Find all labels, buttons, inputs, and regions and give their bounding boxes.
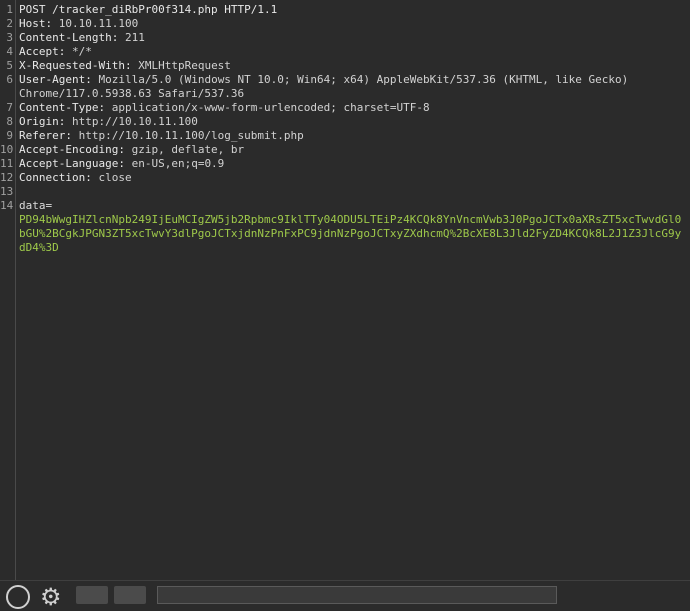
- help-icon[interactable]: [6, 585, 30, 609]
- next-button[interactable]: [114, 586, 146, 604]
- header-value: Mozilla/5.0 (Windows NT 10.0; Win64; x64…: [91, 73, 629, 86]
- header-continuation-row: Chrome/117.0.5938.63 Safari/537.36: [19, 87, 687, 101]
- header-name: Content-Type:: [19, 101, 106, 114]
- header-row: 2 Host: 10.10.11.100: [6, 17, 687, 31]
- header-name: Origin:: [19, 115, 66, 128]
- body-param-name: data=: [19, 199, 53, 212]
- line-number-gutter: [0, 0, 16, 580]
- line-number: 1: [6, 3, 13, 16]
- header-name: User-Agent:: [19, 73, 92, 86]
- previous-button[interactable]: [76, 586, 108, 604]
- line-number: 5: [6, 59, 13, 72]
- request-line: POST /tracker_diRbPr00f314.php HTTP/1.1: [19, 3, 278, 16]
- header-row: 3 Content-Length: 211: [6, 31, 687, 45]
- line-number: 13: [0, 185, 14, 198]
- line-number: 4: [6, 45, 13, 58]
- header-row: 8 Origin: http://10.10.11.100: [6, 115, 687, 129]
- header-value: 211: [118, 31, 145, 44]
- header-name: Accept-Language:: [19, 157, 125, 170]
- line-number: 7: [6, 101, 13, 114]
- line-number: 10: [0, 143, 14, 156]
- gear-icon[interactable]: ⚙: [40, 584, 66, 610]
- line-number: 3: [6, 31, 13, 44]
- header-row: 5 X-Requested-With: XMLHttpRequest: [6, 59, 687, 73]
- line-number: 8: [6, 115, 13, 128]
- header-row: 7 Content-Type: application/x-www-form-u…: [6, 101, 687, 115]
- header-value: close: [91, 171, 132, 184]
- header-name: Connection:: [19, 171, 92, 184]
- request-text[interactable]: 1 POST /tracker_diRbPr00f314.php HTTP/1.…: [0, 3, 687, 255]
- line-number: 6: [6, 73, 13, 86]
- header-value: en-US,en;q=0.9: [124, 157, 225, 170]
- header-row: 4 Accept: */*: [6, 45, 687, 59]
- line-number: 2: [6, 17, 13, 30]
- line-number: 14: [0, 199, 14, 212]
- header-value: application/x-www-form-urlencoded; chars…: [105, 101, 430, 114]
- body-param-name-row: 14 data=: [0, 199, 687, 213]
- header-value-continuation: Chrome/117.0.5938.63 Safari/537.36: [19, 87, 245, 100]
- header-value: gzip, deflate, br: [124, 143, 245, 156]
- header-name: Referer:: [19, 129, 72, 142]
- search-input[interactable]: [157, 586, 557, 604]
- header-name: Accept:: [19, 45, 66, 58]
- request-editor[interactable]: 1 POST /tracker_diRbPr00f314.php HTTP/1.…: [0, 0, 690, 580]
- header-name: Accept-Encoding:: [19, 143, 125, 156]
- header-name: X-Requested-With:: [19, 59, 132, 72]
- header-value: */*: [65, 45, 92, 58]
- header-name: Host:: [19, 17, 53, 30]
- header-value: XMLHttpRequest: [131, 59, 231, 72]
- header-row: 11 Accept-Language: en-US,en;q=0.9: [0, 157, 687, 171]
- header-value: 10.10.11.100: [52, 17, 139, 30]
- header-row: 10 Accept-Encoding: gzip, deflate, br: [0, 143, 687, 157]
- request-line-row: 1 POST /tracker_diRbPr00f314.php HTTP/1.…: [6, 3, 687, 17]
- header-row: 6 User-Agent: Mozilla/5.0 (Windows NT 10…: [6, 73, 687, 87]
- blank-row: 13: [0, 185, 687, 199]
- line-number: 12: [0, 171, 14, 184]
- bottom-toolbar: ⚙: [0, 580, 690, 610]
- header-row: 9 Referer: http://10.10.11.100/log_submi…: [6, 129, 687, 143]
- header-value: http://10.10.11.100: [65, 115, 198, 128]
- header-name: Content-Length:: [19, 31, 119, 44]
- header-row: 12 Connection: close: [0, 171, 687, 185]
- body-param-value: PD94bWwgIHZlcnNpb249IjEuMCIgZW5jb2Rpbmc9…: [19, 213, 682, 254]
- line-number: 11: [0, 157, 14, 170]
- header-value: http://10.10.11.100/log_submit.php: [71, 129, 304, 142]
- body-param-value-row: PD94bWwgIHZlcnNpb249IjEuMCIgZW5jb2Rpbmc9…: [19, 213, 687, 255]
- line-number: 9: [6, 129, 13, 142]
